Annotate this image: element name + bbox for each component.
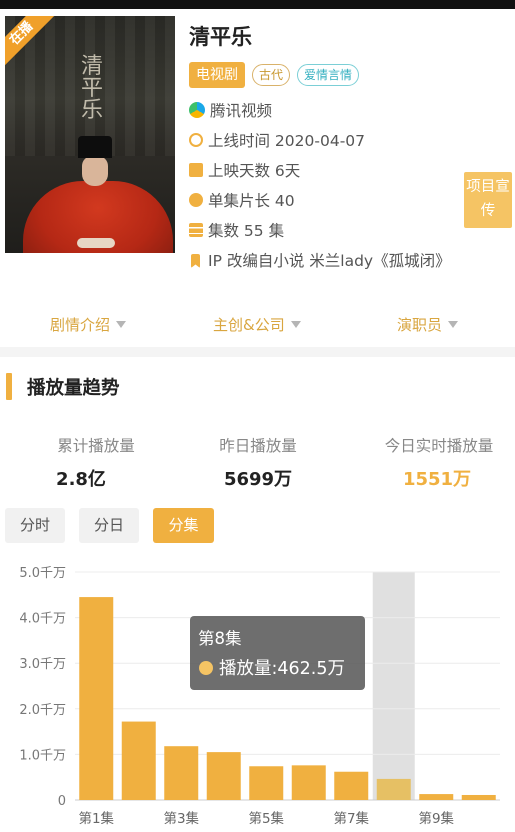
x-tick-label: 第7集	[333, 810, 369, 827]
link-plot[interactable]: 剧情介绍	[50, 314, 127, 335]
link-plot-label: 剧情介绍	[50, 316, 111, 334]
info-links: 剧情介绍 主创&公司 演职员	[0, 314, 515, 338]
stat-total-label: 累计播放量	[57, 437, 135, 455]
chart-tooltip: 第8集 播放量:462.5万	[190, 616, 365, 690]
poster-figure-face	[82, 156, 108, 186]
tooltip-title: 第8集	[198, 629, 242, 648]
x-tick-label: 第3集	[163, 810, 199, 827]
stat-total-value: 2.8亿	[56, 469, 106, 490]
episode-length: 单集片长 40	[208, 192, 295, 210]
y-tick-label: 4.0千万	[19, 612, 66, 627]
timer-icon	[189, 193, 203, 207]
tag-type: 电视剧	[189, 62, 245, 88]
bookmark-icon	[191, 254, 200, 268]
bar[interactable]	[121, 721, 156, 800]
calendar-icon	[189, 163, 203, 177]
y-tick-label: 1.0千万	[19, 748, 66, 763]
status-bar	[0, 0, 515, 9]
bar[interactable]	[164, 746, 199, 800]
segment-hourly[interactable]: 分时	[5, 508, 65, 543]
poster-figure-hands	[77, 238, 115, 248]
section-accent-bar	[6, 373, 12, 400]
bar[interactable]	[376, 778, 411, 800]
poster-figure-hat	[78, 136, 112, 158]
link-creators[interactable]: 主创&公司	[213, 314, 301, 335]
tag-row: 电视剧 古代 爱情言情	[189, 62, 360, 88]
bar[interactable]	[249, 766, 284, 800]
stat-yesterday-value: 5699万	[223, 469, 293, 490]
bar[interactable]	[79, 597, 114, 800]
platform-row[interactable]: 腾讯视频	[189, 99, 272, 121]
bar[interactable]	[334, 771, 369, 800]
ip-source: IP 改编自小说 米兰lady《孤城闭》	[208, 252, 451, 270]
poster-calligraphy: 清平乐	[80, 54, 103, 123]
layers-icon	[189, 223, 203, 237]
x-tick-label: 第5集	[248, 810, 284, 827]
section-divider	[0, 347, 515, 357]
stat-yesterday-label: 昨日播放量	[219, 437, 297, 455]
episode-views-chart[interactable]: 0 1.0千万 2.0千万 3.0千万 4.0千万 5.0千万第1集 第3集 第5集 第7集 第9…	[0, 555, 515, 832]
segment-daily[interactable]: 分日	[79, 508, 139, 543]
episode-count: 集数 55 集	[208, 222, 285, 240]
bar[interactable]	[461, 794, 496, 800]
link-cast[interactable]: 演职员	[397, 314, 459, 335]
tag-genre-ancient: 古代	[252, 64, 291, 86]
link-creators-label: 主创&公司	[213, 316, 285, 334]
clock-icon	[189, 133, 203, 147]
platform-name: 腾讯视频	[210, 102, 273, 120]
stat-today-value: 1551万	[402, 469, 472, 490]
bar[interactable]	[206, 752, 241, 800]
tooltip-value: 播放量:462.5万	[219, 659, 345, 679]
y-tick-label: 0	[58, 794, 66, 809]
days-row: 上映天数 6天	[189, 159, 300, 181]
x-tick-label: 第9集	[418, 810, 454, 827]
promo-button[interactable]: 项目宣传	[464, 172, 512, 228]
show-title: 清平乐	[189, 25, 252, 49]
days-on-air: 上映天数 6天	[208, 162, 301, 180]
chevron-down-icon	[448, 321, 459, 328]
tencent-video-icon	[189, 102, 205, 118]
bar[interactable]	[291, 765, 326, 800]
tag-genre-romance: 爱情言情	[297, 64, 360, 86]
episode-length-row: 单集片长 40	[189, 189, 295, 211]
poster-image[interactable]: 清平乐 在播	[5, 16, 175, 253]
x-tick-label: 第1集	[78, 810, 114, 827]
y-tick-label: 3.0千万	[19, 657, 66, 672]
chevron-down-icon	[290, 321, 301, 328]
episodes-row: 集数 55 集	[189, 219, 284, 241]
release-date: 上线时间 2020-04-07	[208, 132, 366, 150]
bar[interactable]	[419, 794, 454, 800]
link-cast-label: 演职员	[397, 316, 443, 334]
section-title: 播放量趋势	[27, 378, 120, 399]
release-row: 上线时间 2020-04-07	[189, 129, 365, 151]
chevron-down-icon	[116, 321, 127, 328]
y-tick-label: 5.0千万	[19, 566, 66, 581]
y-tick-label: 2.0千万	[19, 703, 66, 718]
segment-episode[interactable]: 分集	[153, 508, 214, 543]
tooltip-series-dot	[199, 661, 213, 675]
stat-today-label: 今日实时播放量	[384, 437, 494, 455]
highlight-band	[372, 572, 415, 800]
